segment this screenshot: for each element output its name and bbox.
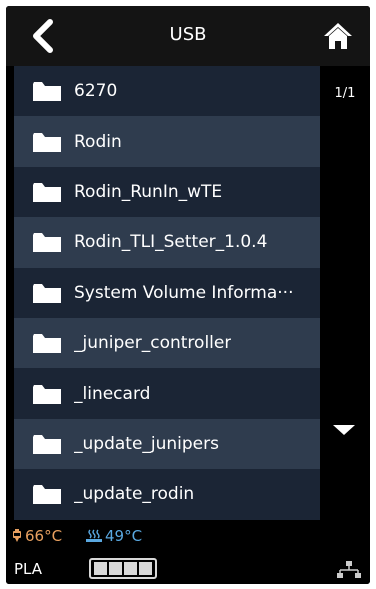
filament-level-segment	[124, 562, 137, 575]
list-item[interactable]: Rodin	[14, 116, 320, 167]
page-indicator: 1/1	[334, 86, 356, 101]
list-item-label: System Volume Informa···	[74, 282, 294, 303]
filament-level-segment	[109, 562, 122, 575]
filament-level-segment	[139, 562, 152, 575]
list-item[interactable]: _linecard	[14, 368, 320, 419]
list-item[interactable]: _juniper_controller	[14, 317, 320, 369]
folder-icon	[32, 483, 62, 505]
folder-icon	[32, 80, 62, 102]
printer-screen: USB 6270 Rodin Rodin_RunIn_wTE Rodin_TLI…	[6, 6, 370, 584]
list-item[interactable]: Rodin_RunIn_wTE	[14, 166, 320, 218]
network-icon	[337, 561, 361, 578]
home-button[interactable]	[318, 18, 358, 54]
status-bar: 66°C 49°C PLA	[6, 520, 370, 584]
list-item[interactable]: _update_junipers	[14, 418, 320, 470]
list-item[interactable]: Rodin_TLI_Setter_1.0.4	[14, 217, 320, 268]
nozzle-icon	[13, 529, 21, 542]
home-icon	[324, 23, 352, 49]
list-item[interactable]: System Volume Informa···	[14, 267, 320, 318]
list-item-label: _update_rodin	[74, 484, 195, 505]
list-item[interactable]: _update_rodin	[14, 469, 320, 520]
page-title: USB	[169, 24, 207, 45]
header-bar: USB	[6, 6, 370, 66]
pagination-panel: 1/1	[320, 66, 370, 520]
list-item-label: Rodin	[74, 131, 122, 152]
folder-icon	[32, 383, 62, 405]
material-label: PLA	[14, 560, 43, 578]
folder-icon	[32, 231, 62, 253]
list-item-label: Rodin_RunIn_wTE	[74, 181, 223, 202]
folder-icon	[32, 131, 62, 153]
list-item-label: Rodin_TLI_Setter_1.0.4	[74, 232, 268, 253]
list-item-label: _update_junipers	[74, 433, 219, 454]
heated-bed-icon	[86, 529, 102, 542]
scroll-down-button[interactable]	[331, 421, 357, 439]
bed-temp-value: 49°C	[105, 527, 143, 545]
network-status[interactable]	[336, 560, 362, 580]
list-item-label: _juniper_controller	[74, 333, 232, 354]
nozzle-temperature: 66°C	[12, 527, 62, 545]
list-item-label: _linecard	[74, 383, 151, 404]
bed-temperature: 49°C	[86, 527, 142, 545]
triangle-down-icon	[333, 425, 355, 435]
nozzle-temp-value: 66°C	[25, 527, 63, 545]
folder-icon	[32, 433, 62, 455]
list-item-label: 6270	[74, 81, 118, 102]
filament-level-segment	[94, 562, 107, 575]
file-list: 6270 Rodin Rodin_RunIn_wTE Rodin_TLI_Set…	[14, 66, 320, 520]
folder-icon	[32, 282, 62, 304]
list-item[interactable]: 6270	[14, 66, 320, 117]
filament-level-indicator	[89, 558, 157, 579]
folder-icon	[32, 181, 62, 203]
folder-icon	[32, 332, 62, 354]
